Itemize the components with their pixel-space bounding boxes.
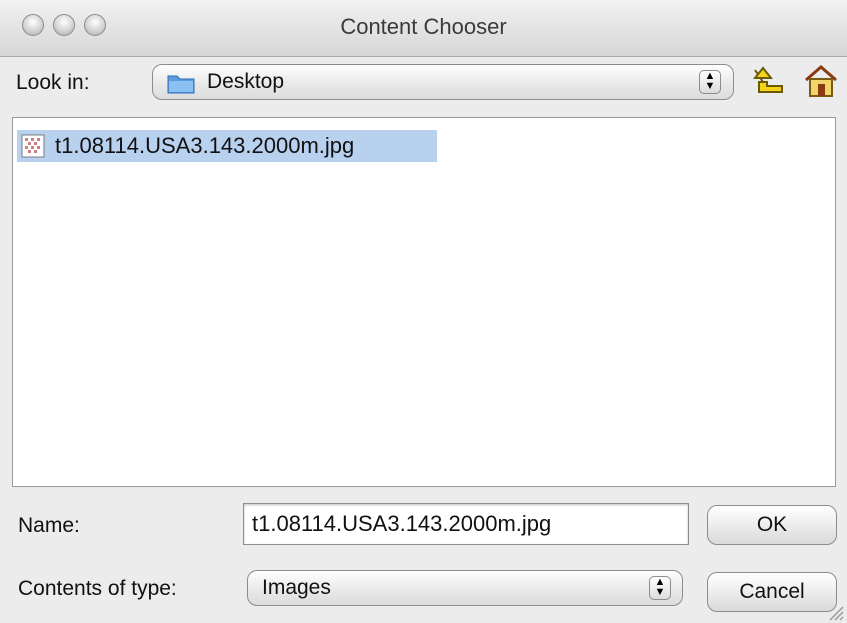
- cancel-button[interactable]: Cancel: [707, 572, 837, 612]
- ok-button[interactable]: OK: [707, 505, 837, 545]
- look-in-value: Desktop: [207, 70, 285, 93]
- chevron-updown-icon: ▲ ▼: [699, 70, 721, 94]
- contents-of-type-dropdown[interactable]: Images ▲ ▼: [247, 570, 683, 606]
- file-name: t1.08114.USA3.143.2000m.jpg: [55, 133, 355, 158]
- look-in-label: Look in:: [16, 71, 90, 94]
- contents-of-type-value: Images: [262, 576, 331, 599]
- up-one-level-button[interactable]: [752, 64, 786, 100]
- home-button[interactable]: [804, 64, 838, 100]
- up-one-level-icon: [752, 66, 783, 93]
- name-field[interactable]: t1.08114.USA3.143.2000m.jpg: [243, 503, 689, 545]
- chevron-updown-icon: ▲ ▼: [649, 576, 671, 600]
- blue-folder-icon: [167, 75, 195, 94]
- window-title: Content Chooser: [340, 14, 507, 39]
- contents-of-type-label: Contents of type:: [18, 577, 177, 600]
- file-list[interactable]: t1.08114.USA3.143.2000m.jpg: [12, 117, 836, 487]
- name-label: Name:: [18, 514, 80, 537]
- image-file-icon: [21, 134, 45, 158]
- resize-grip-icon[interactable]: [826, 603, 844, 621]
- home-icon: [805, 65, 837, 97]
- title-bar: Content Chooser: [0, 0, 847, 57]
- look-in-dropdown[interactable]: Desktop ▲ ▼: [152, 64, 734, 100]
